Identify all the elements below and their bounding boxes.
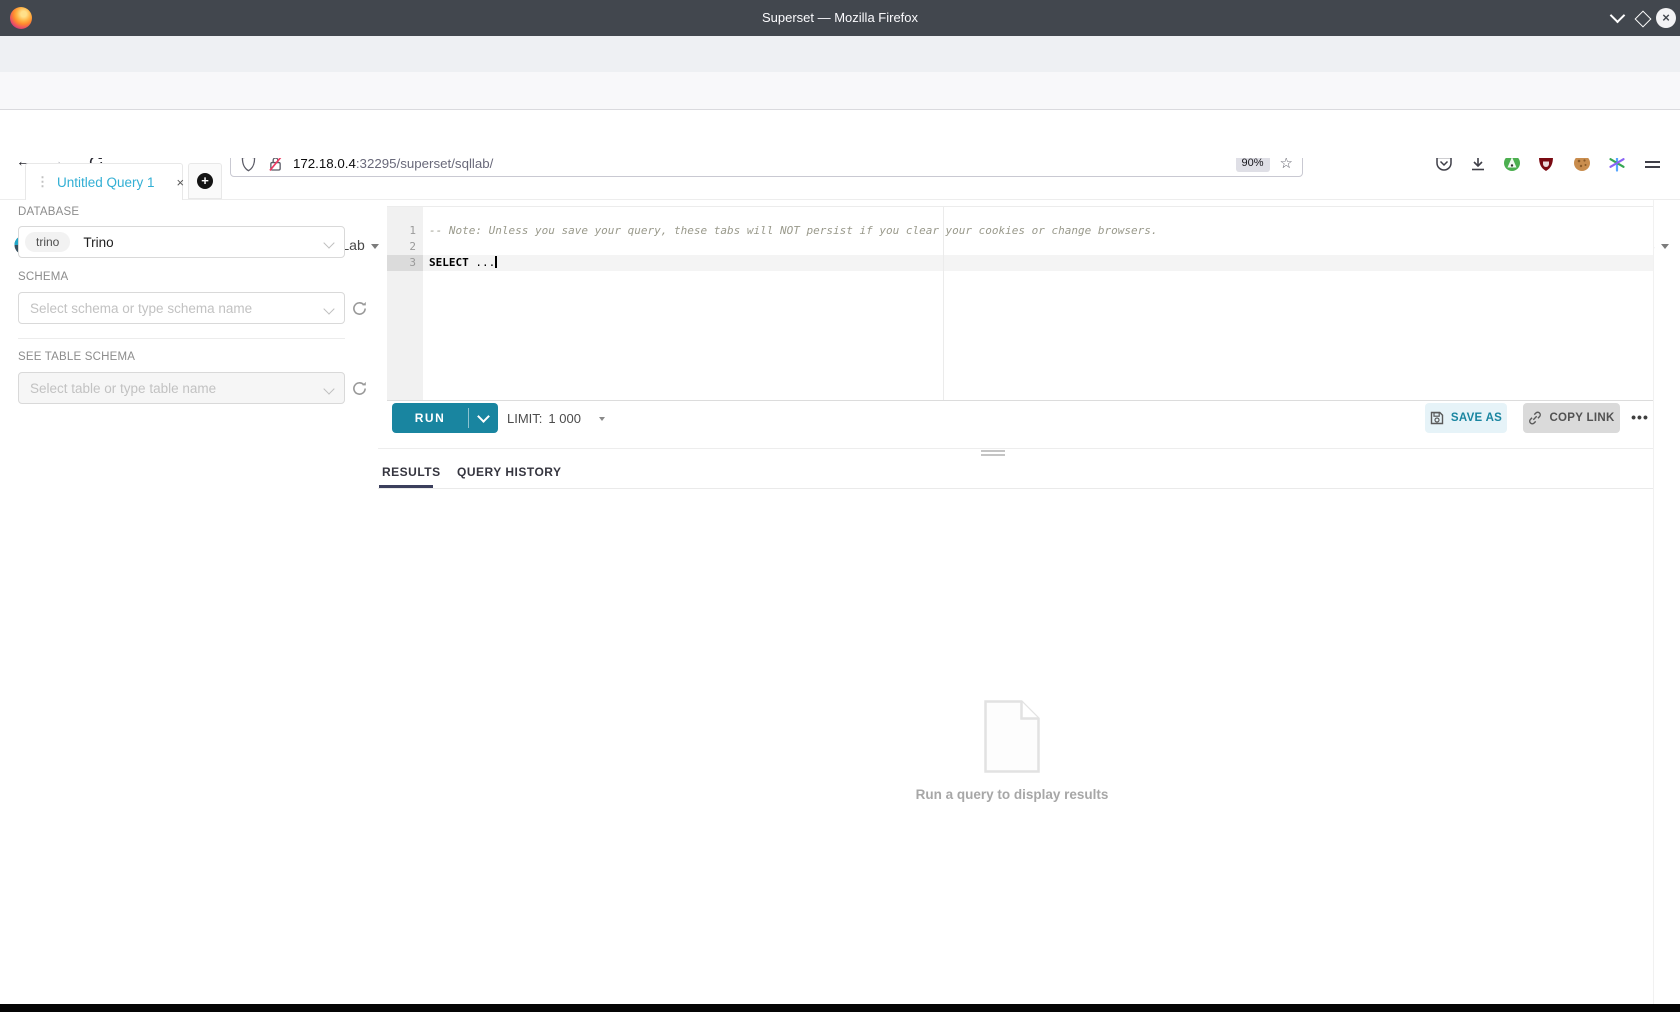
- refresh-icon: [353, 381, 366, 395]
- save-as-button[interactable]: SAVE AS: [1425, 403, 1507, 433]
- copy-link-button[interactable]: COPY LINK: [1523, 403, 1620, 433]
- caret-down-icon: [598, 417, 605, 421]
- sidebar-divider: [18, 338, 345, 339]
- query-tab-active[interactable]: ⋮ Untitled Query 1 ×: [25, 163, 185, 200]
- text-cursor: [495, 256, 497, 268]
- caret-down-icon: [1660, 243, 1669, 249]
- run-label[interactable]: RUN: [392, 403, 468, 433]
- desktop-edge-bar: [0, 1004, 1680, 1012]
- empty-results-message: Run a query to display results: [915, 787, 1109, 802]
- run-options-dropdown[interactable]: [469, 403, 498, 433]
- drag-handle-icon[interactable]: ⋮: [36, 174, 49, 190]
- sql-editor[interactable]: 1 2 3 -- Note: Unless you save your quer…: [387, 206, 1653, 401]
- line-number: 1: [409, 224, 416, 237]
- schema-select[interactable]: Select schema or type schema name: [18, 292, 345, 324]
- line-number: 2: [409, 240, 416, 253]
- query-tab-title: Untitled Query 1: [57, 174, 155, 190]
- refresh-schemas-button[interactable]: [351, 300, 368, 317]
- window-title: Superset — Mozilla Firefox: [761, 10, 919, 25]
- chevron-down-icon: [477, 410, 490, 423]
- chevron-down-icon: [323, 303, 335, 315]
- query-tab-close-icon[interactable]: ×: [177, 175, 185, 190]
- sql-keyword: SELECT: [429, 256, 469, 269]
- plus-circle-icon: +: [197, 173, 213, 189]
- table-placeholder: Select table or type table name: [30, 380, 217, 396]
- resize-handle[interactable]: [981, 450, 1005, 452]
- tab-query-history[interactable]: QUERY HISTORY: [457, 465, 562, 479]
- line-number-active: 3: [387, 255, 423, 271]
- add-query-tab[interactable]: +: [188, 163, 222, 199]
- resize-handle[interactable]: [981, 454, 1005, 456]
- table-schema-label: SEE TABLE SCHEMA: [18, 351, 136, 363]
- save-as-label: SAVE AS: [1450, 412, 1503, 424]
- limit-label: LIMIT:: [507, 410, 543, 426]
- editor-gutter: 1 2 3: [387, 207, 423, 400]
- limit-value: 1 000: [548, 410, 581, 426]
- limit-dropdown[interactable]: LIMIT: 1 000: [507, 403, 605, 433]
- sql-code-rest: ...: [468, 256, 496, 269]
- schema-placeholder: Select schema or type schema name: [30, 300, 253, 316]
- results-tabs-border: [378, 488, 1653, 489]
- browser-toolbar: ← → 172.18.0.4:32295/superset/sqllab/ 90…: [0, 72, 1680, 177]
- browser-tabbar: MinIO Console × Cluster Overview - Trino…: [0, 36, 1680, 105]
- refresh-icon: [353, 301, 366, 315]
- caret-down-icon: [370, 243, 379, 249]
- window-titlebar: Superset — Mozilla Firefox ×: [0, 0, 1680, 36]
- code-line: SELECT ...: [429, 255, 497, 271]
- save-icon: [1430, 411, 1444, 425]
- database-name: Trino: [83, 234, 114, 250]
- run-query-button[interactable]: RUN: [392, 403, 498, 433]
- chevron-down-icon: [323, 237, 335, 249]
- tab-results[interactable]: RESULTS: [382, 465, 441, 479]
- database-label: DATABASE: [18, 206, 80, 218]
- pane-right-border: [1653, 200, 1654, 1004]
- superset-header: Superset Dashboards Charts SQL Lab Data …: [0, 110, 1680, 255]
- database-engine-tag: trino: [25, 232, 71, 252]
- active-line-highlight: [423, 255, 1653, 271]
- link-icon: [1529, 411, 1542, 425]
- window-close-icon[interactable]: ×: [1656, 8, 1676, 28]
- more-actions-button[interactable]: •••: [1626, 403, 1654, 433]
- copy-link-label: COPY LINK: [1549, 412, 1615, 424]
- schema-label: SCHEMA: [18, 271, 69, 283]
- code-comment-line: -- Note: Unless you save your query, the…: [429, 224, 1158, 237]
- table-select[interactable]: Select table or type table name: [18, 372, 345, 404]
- database-select[interactable]: trino Trino: [18, 226, 345, 258]
- query-tabstrip-border: [0, 199, 1680, 200]
- empty-document-icon: [984, 700, 1040, 773]
- chevron-down-icon: [323, 383, 335, 395]
- refresh-tables-button[interactable]: [351, 380, 368, 397]
- pane-split-line: [378, 448, 1653, 449]
